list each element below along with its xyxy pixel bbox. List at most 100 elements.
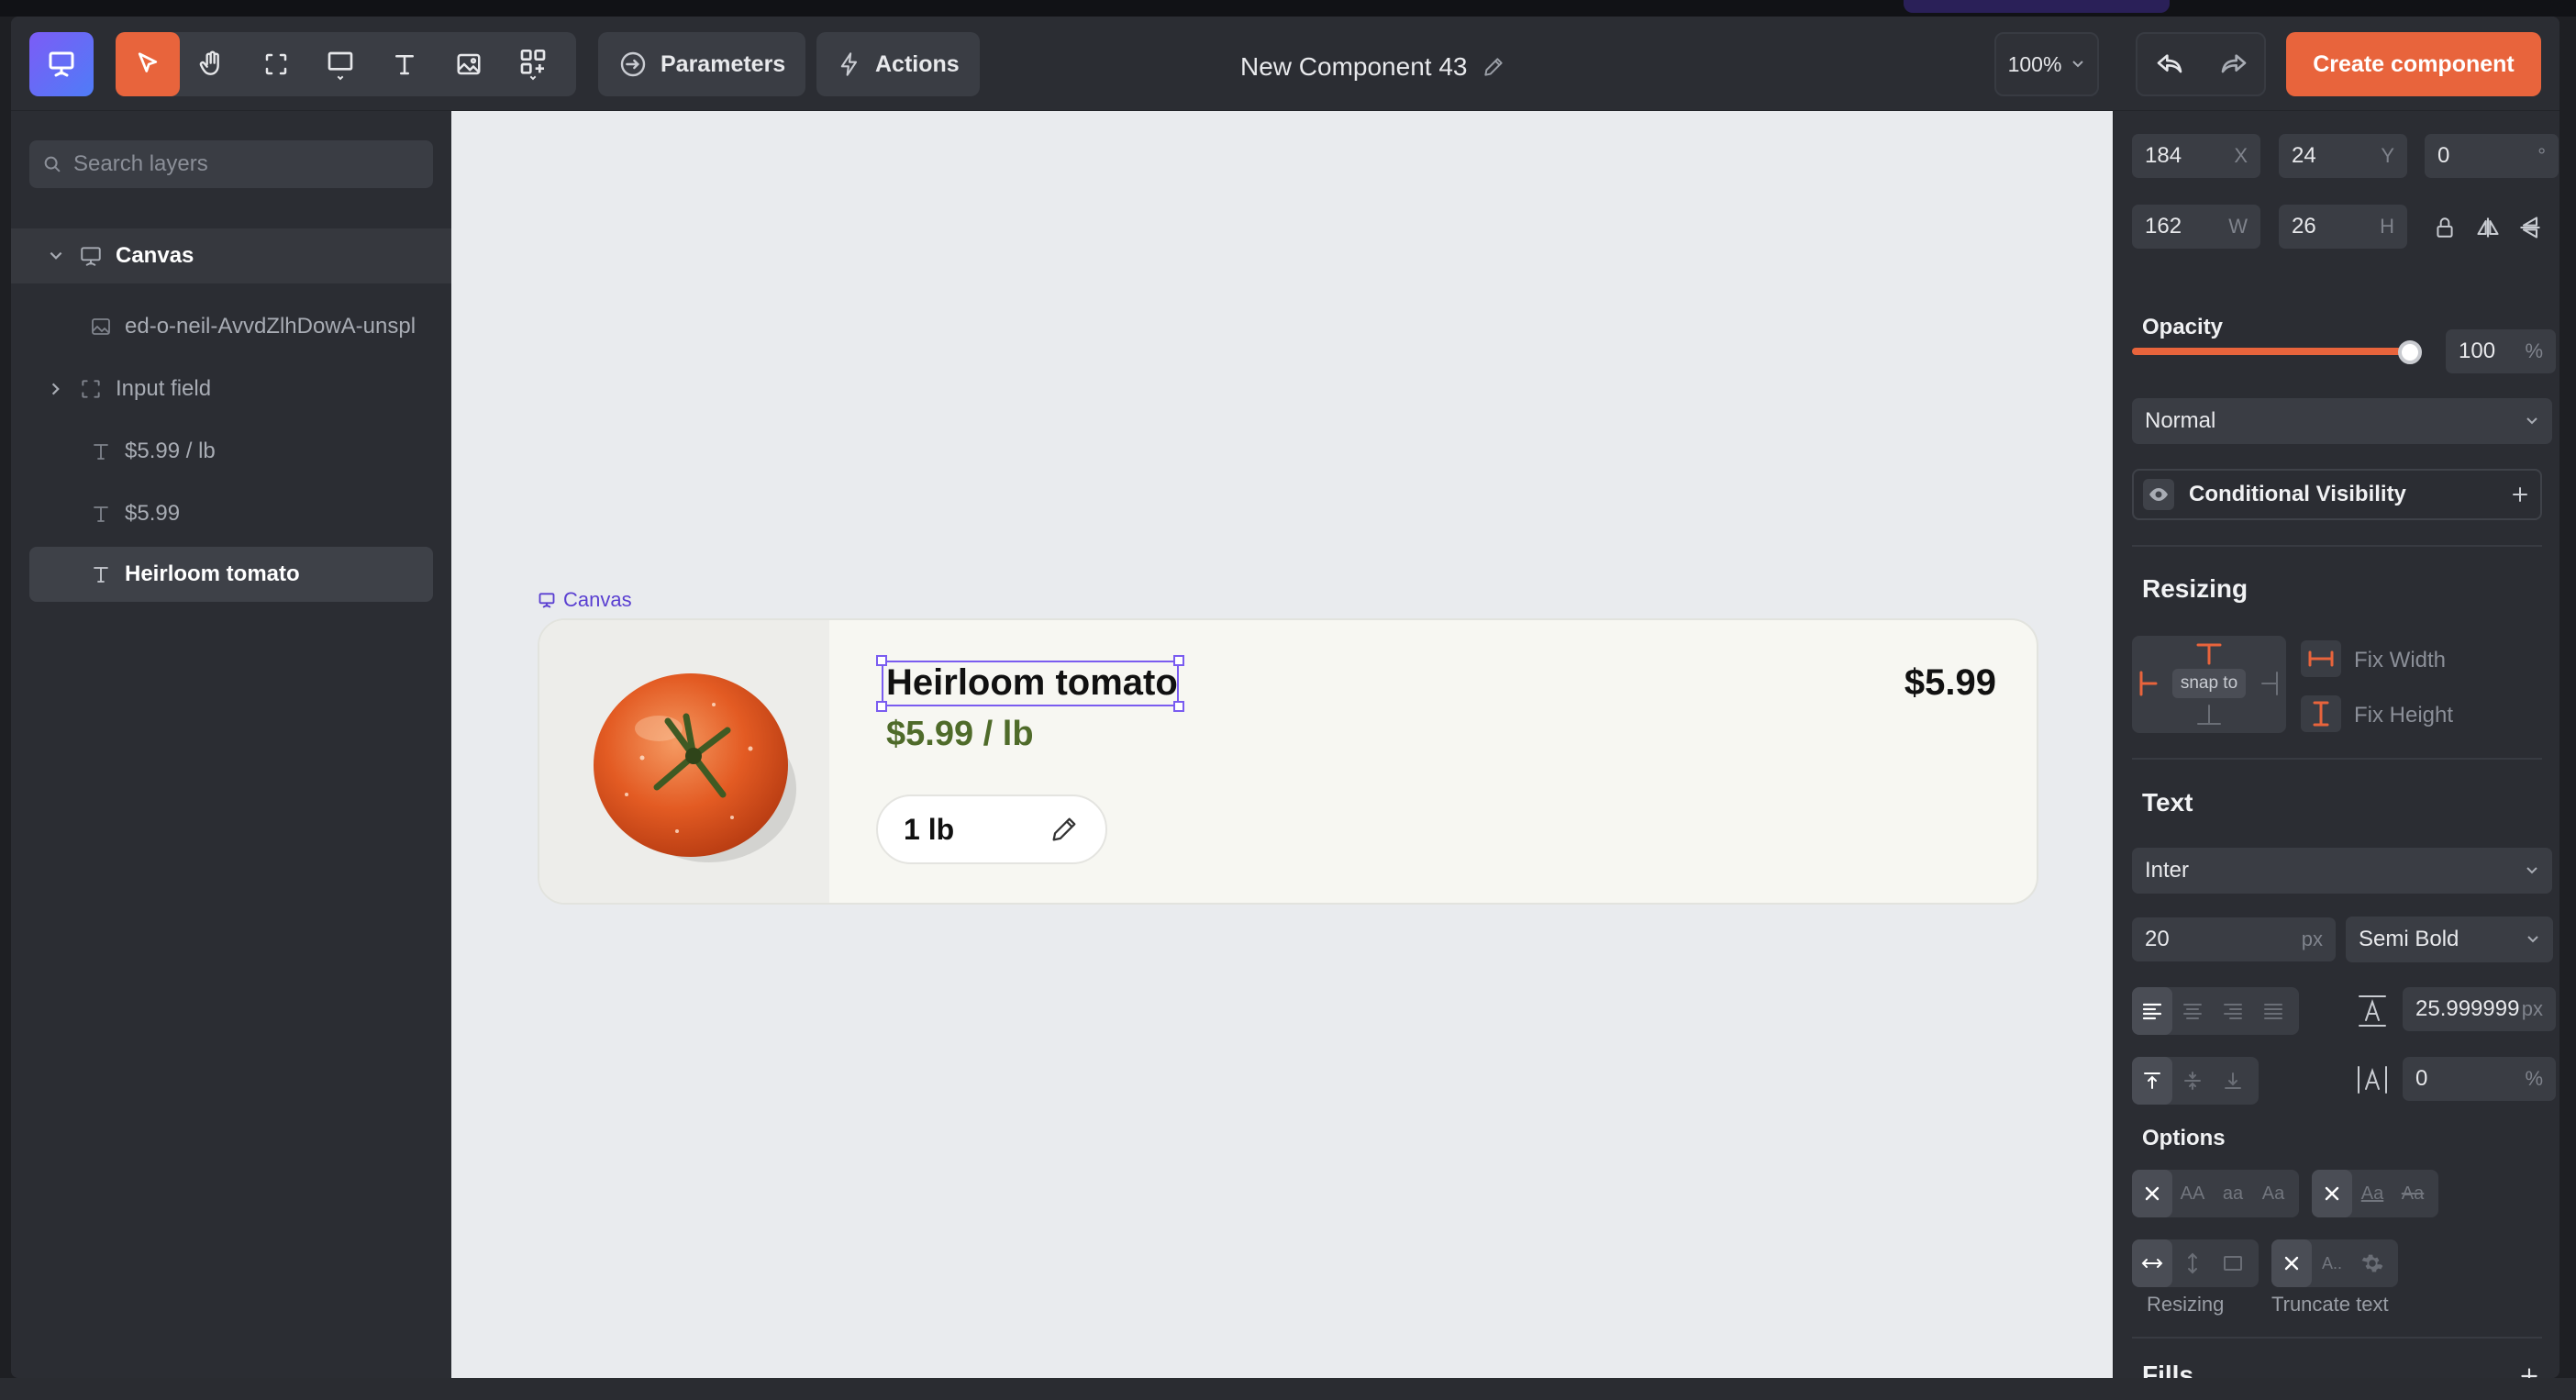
zoom-dropdown[interactable]: 100% <box>1994 32 2099 96</box>
decoration-none-button[interactable] <box>2312 1170 2352 1217</box>
font-weight-dropdown[interactable]: Semi Bold <box>2346 917 2553 962</box>
product-price[interactable]: $5.99 <box>1904 662 1996 704</box>
underline-button[interactable]: Aa <box>2352 1170 2393 1217</box>
divider <box>2132 758 2542 760</box>
chevron-down-icon[interactable] <box>48 250 64 262</box>
width-field[interactable]: 162 W <box>2132 205 2260 249</box>
fixed-size-button[interactable] <box>2213 1239 2253 1287</box>
case-none-button[interactable] <box>2132 1170 2172 1217</box>
chevron-right-icon[interactable] <box>50 381 62 397</box>
canvas-stage[interactable]: Canvas Heirloom tomato $5.99 / lb $5.99 … <box>451 111 2113 1378</box>
conditional-visibility-row[interactable]: Conditional Visibility <box>2132 469 2542 520</box>
fix-height-label[interactable]: Fix Height <box>2354 703 2453 728</box>
flip-horizontal-icon[interactable] <box>2475 215 2501 240</box>
align-left-icon <box>2142 1003 2162 1020</box>
auto-height-button[interactable] <box>2172 1239 2213 1287</box>
layer-canvas[interactable]: Canvas <box>11 228 451 283</box>
app-logo-button[interactable] <box>29 32 94 96</box>
fix-width-label[interactable]: Fix Width <box>2354 648 2446 673</box>
align-justify-button[interactable] <box>2253 987 2293 1035</box>
text-tool[interactable] <box>372 32 437 96</box>
height-field[interactable]: 26 H <box>2279 205 2407 249</box>
truncate-settings-button[interactable] <box>2352 1239 2393 1287</box>
valign-bottom-button[interactable] <box>2213 1057 2253 1105</box>
opacity-slider-knob[interactable] <box>2398 340 2422 364</box>
app-window: Parameters Actions New Component 43 100%… <box>11 17 2559 1378</box>
truncate-none-button[interactable] <box>2271 1239 2312 1287</box>
resize-handle-se[interactable] <box>1173 701 1184 712</box>
align-right-button[interactable] <box>2213 987 2253 1035</box>
parameters-button[interactable]: Parameters <box>598 32 806 96</box>
plus-icon[interactable] <box>2509 483 2531 506</box>
resize-handle-nw[interactable] <box>876 655 887 666</box>
opacity-label: Opacity <box>2142 315 2224 339</box>
y-position-field[interactable]: 24 Y <box>2279 134 2407 178</box>
undo-button[interactable] <box>2137 34 2202 94</box>
search-layers-input[interactable]: Search layers <box>29 140 433 188</box>
redo-button[interactable] <box>2202 34 2266 94</box>
redo-icon <box>2221 54 2247 73</box>
auto-width-button[interactable] <box>2132 1239 2172 1287</box>
quantity-input-field[interactable]: 1 lb <box>876 794 1107 864</box>
case-title-button[interactable]: Aa <box>2253 1170 2293 1217</box>
resize-handle-sw[interactable] <box>876 701 887 712</box>
letter-spacing-icon <box>2358 1066 2387 1094</box>
select-tool[interactable] <box>116 32 180 96</box>
create-component-button[interactable]: Create component <box>2286 32 2541 96</box>
layer-text-heirloom-tomato[interactable]: Heirloom tomato <box>29 547 433 602</box>
rotation-suffix: ° <box>2537 144 2546 167</box>
close-icon <box>2145 1186 2160 1201</box>
y-value: 24 <box>2292 143 2316 168</box>
truncate-button[interactable]: A.. <box>2312 1239 2352 1287</box>
resize-handle-ne[interactable] <box>1173 655 1184 666</box>
align-left-button[interactable] <box>2132 987 2172 1035</box>
pencil-icon[interactable] <box>1482 55 1505 79</box>
rotation-field[interactable]: 0 ° <box>2425 134 2559 178</box>
layer-input-field[interactable]: Input field <box>11 361 451 417</box>
auto-width-icon <box>2141 1259 2163 1268</box>
product-image[interactable] <box>539 620 829 903</box>
components-tool[interactable] <box>501 32 565 96</box>
case-lower-button[interactable]: aa <box>2213 1170 2253 1217</box>
font-size-field[interactable]: 20 px <box>2132 917 2336 961</box>
image-tool[interactable] <box>437 32 501 96</box>
font-family-dropdown[interactable]: Inter <box>2132 848 2552 894</box>
product-price-per-lb[interactable]: $5.99 / lb <box>886 715 1034 754</box>
letter-spacing-field[interactable]: 0% <box>2403 1057 2556 1101</box>
align-justify-icon <box>2264 1004 2282 1019</box>
snap-to-label: snap to <box>2172 669 2246 698</box>
fix-height-icon[interactable] <box>2301 695 2341 732</box>
frame-label[interactable]: Canvas <box>538 588 632 612</box>
properties-panel: 184 X 24 Y 0 ° 162 W 26 H Opacity 100% Normal <box>2113 111 2559 1378</box>
fix-width-icon[interactable] <box>2301 640 2341 677</box>
opacity-field[interactable]: 100% <box>2446 329 2556 373</box>
line-height-field[interactable]: 25.999999 px <box>2403 987 2556 1031</box>
strikethrough-button[interactable]: Aa <box>2393 1170 2433 1217</box>
opacity-suffix: % <box>2525 339 2543 362</box>
case-upper-button[interactable]: AA <box>2172 1170 2213 1217</box>
flip-vertical-icon[interactable] <box>2517 215 2543 240</box>
frame-tool[interactable] <box>244 32 308 96</box>
create-component-label: Create component <box>2313 50 2515 77</box>
product-card[interactable]: Heirloom tomato $5.99 / lb $5.99 1 lb <box>538 618 2038 905</box>
top-strip-glow <box>1904 0 2170 13</box>
layer-image[interactable]: ed-o-neil-AvvdZlhDowA-unspl <box>11 299 451 354</box>
hand-tool[interactable] <box>180 32 244 96</box>
tool-group <box>116 32 576 96</box>
component-title[interactable]: New Component 43 <box>1240 49 1505 85</box>
blend-mode-dropdown[interactable]: Normal <box>2132 398 2552 444</box>
valign-top-button[interactable] <box>2132 1057 2172 1105</box>
actions-button[interactable]: Actions <box>816 32 980 96</box>
opacity-slider[interactable] <box>2132 348 2413 355</box>
font-size-value: 20 <box>2145 927 2170 951</box>
x-position-field[interactable]: 184 X <box>2132 134 2260 178</box>
lock-icon[interactable] <box>2433 215 2457 240</box>
valign-middle-button[interactable] <box>2172 1057 2213 1105</box>
options-section-title: Options <box>2142 1126 2226 1150</box>
layer-text-price-per-lb[interactable]: $5.99 / lb <box>11 424 451 479</box>
constraints-widget[interactable]: snap to <box>2132 636 2286 733</box>
layer-text-price[interactable]: $5.99 <box>11 486 451 541</box>
rectangle-tool[interactable] <box>308 32 372 96</box>
align-center-button[interactable] <box>2172 987 2213 1035</box>
add-fill-icon[interactable] <box>2517 1364 2541 1378</box>
